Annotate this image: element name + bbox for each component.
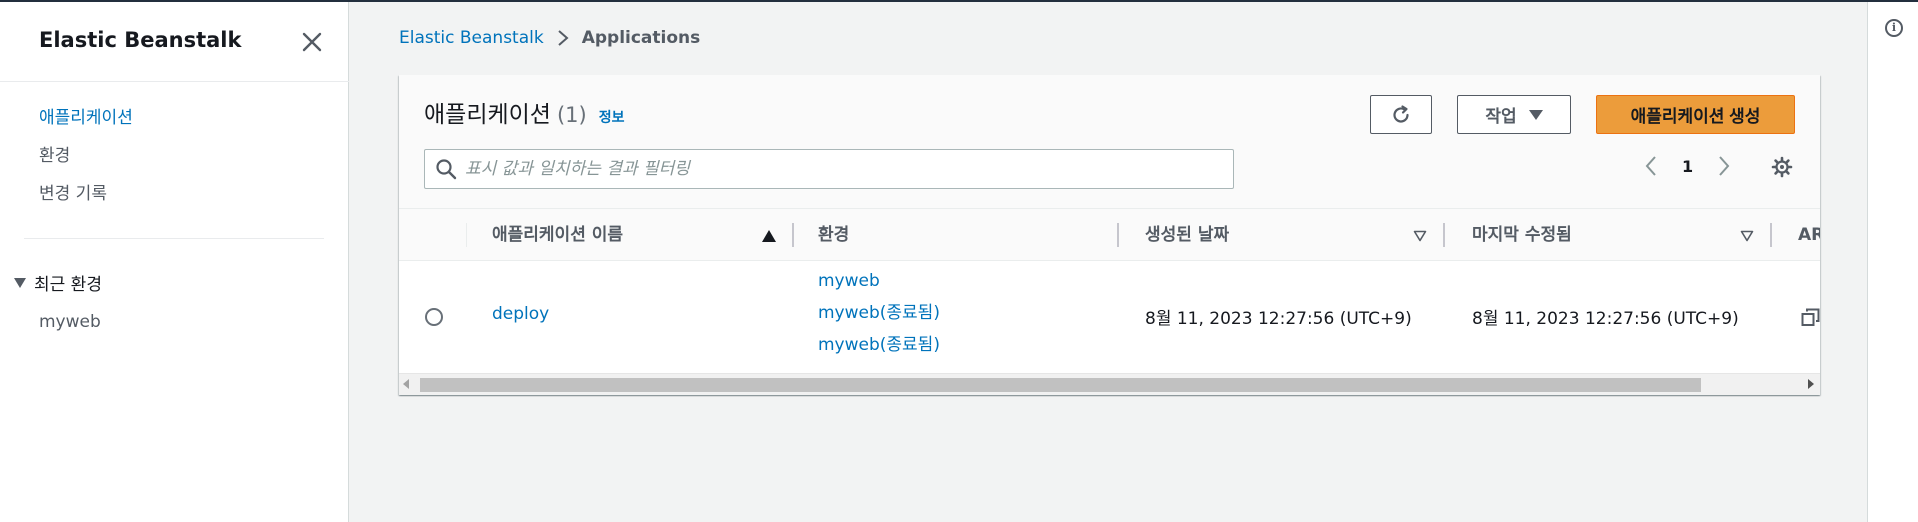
caret-down-icon (14, 277, 26, 288)
panel-title: 애플리케이션 (1) 정보 (424, 95, 624, 129)
sidebar-divider (0, 81, 349, 82)
column-header-environment[interactable]: 환경 (818, 209, 849, 261)
scroll-right-arrow[interactable] (1808, 379, 1814, 389)
horizontal-scrollbar[interactable] (399, 373, 1820, 395)
copy-icon[interactable] (1801, 308, 1820, 327)
sidebar-item-applications[interactable]: 애플리케이션 (39, 106, 133, 144)
sort-descending-icon[interactable] (1740, 230, 1754, 242)
chevron-right-icon (558, 30, 569, 46)
column-header-application-name[interactable]: 애플리케이션 이름 (492, 209, 623, 261)
environment-list: myweb myweb(종료됨) myweb(종료됨) (818, 265, 940, 361)
column-resizer[interactable] (792, 223, 794, 247)
column-header-created[interactable]: 생성된 날짜 (1145, 209, 1229, 261)
sort-descending-icon[interactable] (1413, 230, 1427, 242)
column-header-last-modified[interactable]: 마지막 수정됨 (1472, 209, 1572, 261)
environment-link[interactable]: myweb(종료됨) (818, 297, 940, 329)
environment-link[interactable]: myweb(종료됨) (818, 329, 940, 361)
column-header-arn[interactable]: AR (1798, 209, 1820, 261)
panel-header: 애플리케이션 (1) 정보 작업 애플리케이션 생성 1 (399, 75, 1820, 209)
scrollbar-thumb[interactable] (420, 378, 1701, 392)
sidebar-item-environments[interactable]: 환경 (39, 144, 133, 182)
close-icon[interactable] (300, 30, 324, 54)
chevron-right-icon[interactable] (1717, 155, 1731, 177)
search-icon (436, 159, 457, 180)
column-resizer[interactable] (1443, 223, 1445, 247)
side-navigation: Elastic Beanstalk 애플리케이션 환경 변경 기록 최근 환경 … (0, 2, 349, 522)
panel-title-text: 애플리케이션 (424, 102, 551, 128)
refresh-icon (1393, 104, 1409, 123)
recent-environments-toggle[interactable]: 최근 환경 (14, 270, 102, 295)
panel-count: (1) (556, 103, 587, 127)
application-name-link[interactable]: deploy (492, 304, 549, 324)
column-separator (466, 223, 467, 247)
sidebar-item-change-history[interactable]: 변경 기록 (39, 182, 133, 220)
table-header: 애플리케이션 이름 환경 생성된 날짜 마지막 수정됨 AR (399, 209, 1820, 261)
scroll-left-arrow[interactable] (403, 379, 409, 389)
recent-environment-myweb[interactable]: myweb (39, 312, 101, 332)
sidebar-divider (24, 238, 324, 239)
row-select-radio[interactable] (425, 308, 443, 326)
actions-label: 작업 (1485, 107, 1517, 126)
sidebar-nav-list: 애플리케이션 환경 변경 기록 (39, 106, 133, 220)
chevron-left-icon[interactable] (1644, 155, 1658, 177)
info-link[interactable]: 정보 (599, 107, 625, 127)
breadcrumb: Elastic Beanstalk Applications (399, 28, 700, 48)
applications-table-panel: 애플리케이션 (1) 정보 작업 애플리케이션 생성 1 (399, 75, 1820, 395)
column-resizer[interactable] (1117, 223, 1119, 247)
filter-input[interactable] (465, 159, 1225, 179)
sort-ascending-icon[interactable] (762, 230, 776, 242)
caret-down-icon (1528, 109, 1543, 120)
pagination: 1 (1644, 155, 1731, 177)
last-modified-date: 8월 11, 2023 12:27:56 (UTC+9) (1472, 309, 1739, 329)
filter-search-box (424, 149, 1234, 189)
breadcrumb-current: Applications (581, 28, 701, 48)
page-number[interactable]: 1 (1682, 157, 1693, 176)
actions-dropdown-button[interactable]: 작업 (1457, 95, 1571, 134)
column-resizer[interactable] (1770, 223, 1772, 247)
breadcrumb-root[interactable]: Elastic Beanstalk (399, 28, 544, 48)
recent-environments-label: 최근 환경 (34, 275, 102, 295)
environment-link[interactable]: myweb (818, 265, 940, 297)
table-row: deploy myweb myweb(종료됨) myweb(종료됨) 8월 11… (399, 261, 1820, 373)
info-icon[interactable]: i (1885, 19, 1903, 37)
create-application-button[interactable]: 애플리케이션 생성 (1596, 95, 1795, 134)
gear-icon[interactable] (1771, 156, 1793, 178)
sidebar-title: Elastic Beanstalk (39, 28, 242, 52)
tools-panel-strip: i (1867, 2, 1918, 522)
created-date: 8월 11, 2023 12:27:56 (UTC+9) (1145, 309, 1412, 329)
refresh-button[interactable] (1370, 95, 1432, 134)
